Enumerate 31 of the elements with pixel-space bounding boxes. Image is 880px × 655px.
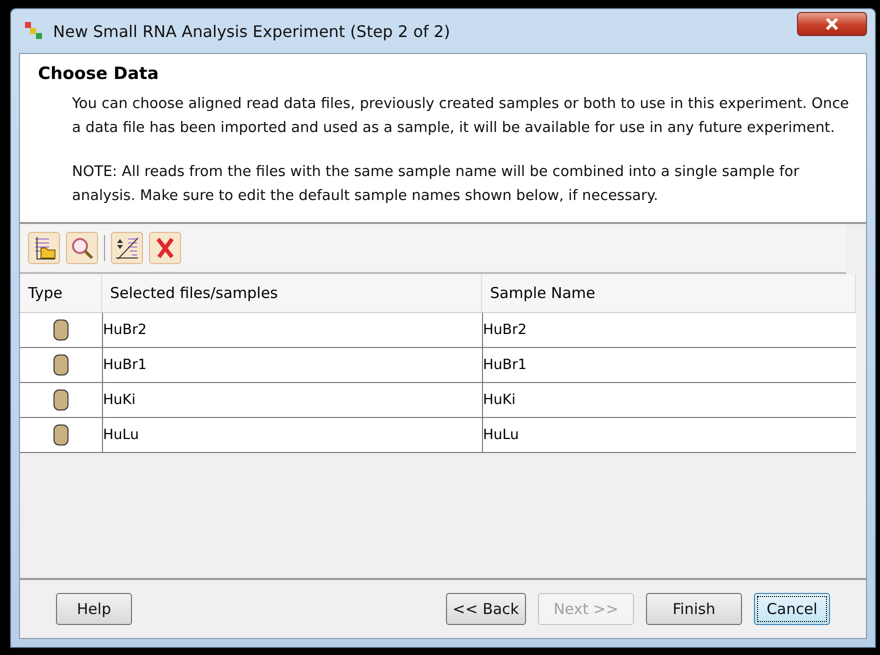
dialog-button[interactable]: << Back: [446, 593, 526, 625]
description-text: You can choose aligned read data files, previously created samples or both to use in this experiment. Once a data file has been imported and used as a sample, it will be available for use in any future experiment.: [72, 95, 850, 138]
toolbar-button[interactable]: [111, 232, 143, 264]
dialog-button[interactable]: Cancel: [754, 593, 830, 625]
sort-icon: [114, 235, 140, 261]
data-file-icon: [53, 424, 69, 446]
table-cell[interactable]: HuBr2: [482, 313, 856, 347]
table-cell: HuLu: [102, 418, 482, 452]
table-cell[interactable]: HuKi: [482, 383, 856, 417]
dialog-button[interactable]: Finish: [646, 593, 742, 625]
table-cell: HuBr2: [102, 313, 482, 347]
close-icon: [825, 18, 839, 30]
dialog-button[interactable]: Help: [56, 593, 132, 625]
search-icon: [69, 235, 95, 261]
description-text: NOTE: All reads from the files with the same sample name will be combined into a single sample for analysis. Make sure to edit the default sample names shown below, if necessary.: [72, 163, 800, 206]
table-cell[interactable]: HuBr1: [482, 348, 856, 382]
data-file-icon: [53, 319, 69, 341]
table-cell[interactable]: HuLu: [482, 418, 856, 452]
column-header[interactable]: Type: [20, 274, 102, 312]
column-header[interactable]: Sample Name: [482, 274, 856, 312]
section-title: Choose Data: [38, 64, 160, 84]
window-title: New Small RNA Analysis Experiment (Step 2 of 2): [53, 22, 452, 40]
table-cell: HuBr1: [102, 348, 482, 382]
table-cell: HuKi: [102, 383, 482, 417]
toolbar-button[interactable]: [28, 232, 60, 264]
close-button[interactable]: [797, 12, 867, 36]
data-file-icon: [53, 389, 69, 411]
app-icon: [23, 20, 45, 42]
toolbar-button[interactable]: [66, 232, 98, 264]
data-file-icon: [53, 354, 69, 376]
column-header[interactable]: Selected files/samples: [102, 274, 482, 312]
